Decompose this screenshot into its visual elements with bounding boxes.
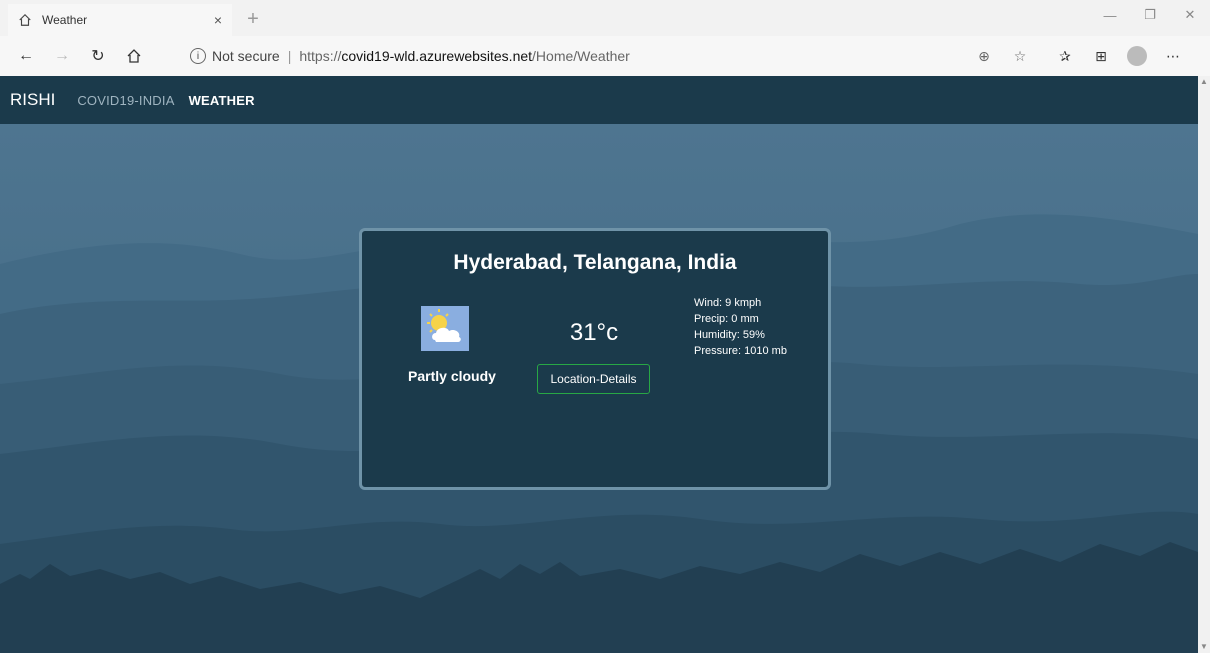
profile-avatar[interactable] [1122,42,1152,70]
minimize-icon[interactable]: — [1090,0,1130,30]
page-viewport: RISHI COVID19-INDIA WEATHER Hyderabad, T… [0,76,1198,653]
window-controls: — ❐ ✕ [1090,0,1210,36]
scroll-down-icon[interactable]: ▼ [1198,641,1210,653]
home-button-icon[interactable] [116,40,152,72]
tab-title: Weather [42,13,88,27]
address-separator: | [287,48,292,64]
pressure-value: Pressure: 1010 mb [694,345,787,357]
site-navbar: RISHI COVID19-INDIA WEATHER [0,76,1198,124]
wind-value: Wind: 9 kmph [694,297,762,309]
url-path: /Home/Weather [532,48,630,64]
collections-icon[interactable]: ⊞ [1086,42,1116,70]
browser-tab[interactable]: Weather × [8,4,232,36]
url-domain: covid19-wld.azurewebsites.net [341,48,533,64]
forward-icon[interactable]: → [44,40,80,72]
browser-tab-strip: Weather × + — ❐ ✕ [0,0,1210,36]
condition-label: Partly cloudy [408,368,496,384]
tab-close-icon[interactable]: × [214,12,222,28]
weather-stats: Wind: 9 kmph Precip: 0 mm Humidity: 59% … [694,295,787,359]
humidity-value: Humidity: 59% [694,329,765,341]
toolbar-icons: ✰ ⊞ ⋯ [1050,40,1188,72]
nav-link-covid19-india[interactable]: COVID19-INDIA [77,93,174,108]
zoom-icon[interactable]: ⊕ [970,42,998,70]
favorites-icon[interactable]: ✰ [1050,42,1080,70]
security-status: Not secure [212,48,280,64]
site-brand[interactable]: RISHI [10,90,55,110]
scroll-up-icon[interactable]: ▲ [1198,76,1210,88]
location-title: Hyderabad, Telangana, India [453,251,737,274]
close-icon[interactable]: ✕ [1170,0,1210,30]
home-icon [19,13,31,26]
location-details-button[interactable]: Location-Details [537,364,650,394]
address-bar-icons: ⊕ ☆ [970,40,1034,72]
refresh-icon[interactable]: ↻ [80,40,116,72]
partly-cloudy-icon [421,306,469,351]
info-icon[interactable]: i [190,48,206,64]
nav-link-weather[interactable]: WEATHER [189,93,255,108]
precip-value: Precip: 0 mm [694,313,759,325]
address-bar[interactable]: i Not secure | https://covid19-wld.azure… [176,40,1026,72]
favorite-star-icon[interactable]: ☆ [1006,42,1034,70]
temperature-value: 31°c [569,319,619,346]
url-scheme: https:// [299,48,342,64]
restore-icon[interactable]: ❐ [1130,0,1170,30]
browser-toolbar: ← → ↻ i Not secure | https://covid19-wld… [0,36,1210,76]
weather-card: Hyderabad, Telangana, India Partly cloud… [359,228,831,490]
new-tab-button[interactable]: + [240,6,266,32]
vertical-scrollbar[interactable]: ▲ ▼ [1198,76,1210,653]
more-menu-icon[interactable]: ⋯ [1158,42,1188,70]
back-icon[interactable]: ← [8,40,44,72]
avatar [1127,46,1147,66]
